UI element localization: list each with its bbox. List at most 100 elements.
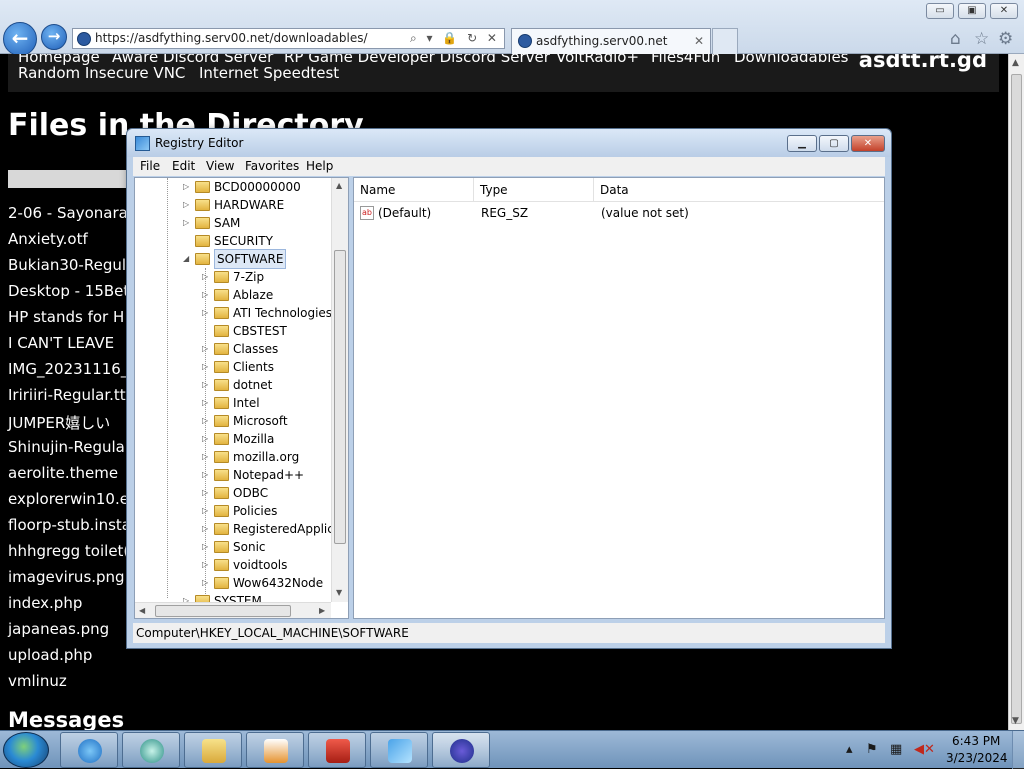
media-player-icon[interactable]: [122, 732, 180, 768]
file-link[interactable]: imagevirus.png: [8, 568, 125, 586]
tree-horizontal-scrollbar[interactable]: ◀ ▶: [135, 602, 331, 618]
site-brand[interactable]: asdtt.rt.gd: [859, 54, 987, 72]
home-icon[interactable]: ⌂: [950, 29, 961, 49]
favorites-star-icon[interactable]: ☆: [974, 29, 989, 49]
column-header-name[interactable]: Name: [354, 178, 474, 202]
file-link[interactable]: vmlinuz: [8, 672, 67, 690]
values-list[interactable]: Name Type Data ab (Default) REG_SZ (valu…: [353, 177, 885, 619]
expand-arrow-icon[interactable]: ▷: [183, 214, 193, 232]
clock-date[interactable]: 3/23/2024: [946, 751, 1008, 765]
expand-arrow-icon[interactable]: ▷: [183, 178, 193, 196]
show-desktop-button[interactable]: [1012, 731, 1024, 769]
browser-close-button[interactable]: ✕: [990, 3, 1018, 19]
forward-arrow-icon[interactable]: →: [41, 24, 67, 50]
expand-arrow-icon[interactable]: ▷: [202, 484, 212, 502]
menu-favorites[interactable]: Favorites: [245, 159, 299, 173]
minimize-button[interactable]: ▁: [787, 135, 817, 152]
file-link[interactable]: aerolite.theme: [8, 464, 118, 482]
new-tab-button[interactable]: [712, 28, 738, 54]
collapse-arrow-icon[interactable]: ◢: [183, 250, 193, 268]
page-scrollbar[interactable]: ▲ ▼: [1008, 54, 1024, 730]
file-link[interactable]: HP stands for H: [8, 308, 124, 326]
browser-maximize-button[interactable]: ▣: [958, 3, 986, 19]
expand-arrow-icon[interactable]: ▷: [202, 412, 212, 430]
tab-close-icon[interactable]: ✕: [694, 29, 704, 53]
expand-arrow-icon[interactable]: ▷: [202, 556, 212, 574]
file-link[interactable]: Iririiri-Regular.tt: [8, 386, 126, 404]
flag-icon[interactable]: ⚑: [866, 742, 878, 757]
file-link[interactable]: 2-06 - Sayonara: [8, 204, 128, 222]
browser-icon[interactable]: [432, 732, 490, 768]
browser-minimize-button[interactable]: ▭: [926, 3, 954, 19]
file-link[interactable]: hhhgregg toilet(: [8, 542, 129, 560]
column-header-type[interactable]: Type: [474, 178, 594, 202]
file-link[interactable]: floorp-stub.insta: [8, 516, 131, 534]
address-bar[interactable]: https://asdfything.serv00.net/downloadab…: [72, 28, 505, 49]
expand-arrow-icon[interactable]: ▷: [202, 268, 212, 286]
file-link[interactable]: JUMPER嬉しい: [8, 412, 110, 433]
show-hidden-icons-icon[interactable]: ▴: [846, 742, 853, 757]
expand-arrow-icon[interactable]: ▷: [202, 358, 212, 376]
scroll-up-icon[interactable]: ▲: [1012, 58, 1019, 68]
file-link[interactable]: Shinujin-Regular: [8, 438, 131, 456]
media-center-icon[interactable]: [246, 732, 304, 768]
expand-arrow-icon[interactable]: ▷: [202, 466, 212, 484]
scroll-down-icon[interactable]: ▼: [1012, 716, 1019, 726]
toolbox-icon[interactable]: [308, 732, 366, 768]
file-link[interactable]: Bukian30-Regula: [8, 256, 135, 274]
scroll-right-icon[interactable]: ▶: [319, 606, 325, 615]
file-link[interactable]: explorerwin10.ex: [8, 490, 138, 508]
nav-link[interactable]: Downloadables: [734, 54, 849, 66]
expand-arrow-icon[interactable]: ▷: [202, 394, 212, 412]
menu-edit[interactable]: Edit: [172, 159, 195, 173]
file-link[interactable]: index.php: [8, 594, 82, 612]
menu-view[interactable]: View: [206, 159, 234, 173]
registry-editor-titlebar[interactable]: Registry Editor ▁ ▢ ✕: [127, 129, 891, 157]
expand-arrow-icon[interactable]: ▷: [202, 502, 212, 520]
nav-link[interactable]: Files4Fun: [651, 54, 720, 66]
registry-editor-icon[interactable]: [370, 732, 428, 768]
tree-hscroll-thumb[interactable]: [155, 605, 291, 617]
menu-help[interactable]: Help: [306, 159, 333, 173]
file-link[interactable]: Anxiety.otf: [8, 230, 88, 248]
file-link[interactable]: Desktop - 15Bett: [8, 282, 135, 300]
column-header-data[interactable]: Data: [594, 178, 884, 202]
file-link[interactable]: upload.php: [8, 646, 92, 664]
settings-gear-icon[interactable]: ⚙: [998, 29, 1013, 49]
nav-link[interactable]: Random Insecure VNC: [18, 64, 185, 82]
file-link[interactable]: IMG_20231116_1: [8, 360, 138, 378]
network-icon[interactable]: ▦: [890, 742, 902, 757]
expand-arrow-icon[interactable]: ▷: [202, 286, 212, 304]
menu-file[interactable]: File: [140, 159, 160, 173]
scroll-left-icon[interactable]: ◀: [139, 606, 145, 615]
expand-arrow-icon[interactable]: ▷: [202, 574, 212, 592]
start-button[interactable]: [3, 732, 49, 768]
maximize-button[interactable]: ▢: [819, 135, 849, 152]
tree-scroll-thumb[interactable]: [334, 250, 346, 544]
expand-arrow-icon[interactable]: ▷: [202, 520, 212, 538]
file-link[interactable]: japaneas.png: [8, 620, 109, 638]
address-tools-icons[interactable]: ⌕ ▾ 🔒 ↻ ✕: [410, 29, 500, 48]
expand-arrow-icon[interactable]: ▷: [202, 430, 212, 448]
registry-tree[interactable]: ▷ BCD00000000 ▷ HARDWARE ▷ SAM SECURITY ◢ SO…: [134, 177, 349, 619]
expand-arrow-icon[interactable]: ▷: [202, 340, 212, 358]
tree-vertical-scrollbar[interactable]: ▲ ▼: [331, 178, 348, 602]
scroll-down-icon[interactable]: ▼: [336, 588, 342, 597]
close-button[interactable]: ✕: [851, 135, 885, 152]
back-arrow-icon[interactable]: ←: [3, 22, 37, 56]
page-scroll-thumb[interactable]: [1011, 74, 1022, 724]
nav-link[interactable]: VoltRadio+: [556, 54, 639, 66]
scroll-up-icon[interactable]: ▲: [336, 181, 342, 190]
internet-explorer-icon[interactable]: [60, 732, 118, 768]
expand-arrow-icon[interactable]: ▷: [202, 304, 212, 322]
clock-time[interactable]: 6:43 PM: [952, 734, 1000, 748]
expand-arrow-icon[interactable]: ▷: [183, 196, 193, 214]
volume-muted-icon[interactable]: ◀✕: [914, 742, 935, 757]
file-link[interactable]: I CAN'T LEAVE: [8, 334, 114, 352]
expand-arrow-icon[interactable]: ▷: [202, 448, 212, 466]
nav-link[interactable]: Internet Speedtest: [199, 64, 339, 82]
expand-arrow-icon[interactable]: ▷: [202, 376, 212, 394]
browser-tab[interactable]: asdfything.serv00.net ✕: [511, 28, 711, 54]
expand-arrow-icon[interactable]: ▷: [202, 538, 212, 556]
file-explorer-icon[interactable]: [184, 732, 242, 768]
